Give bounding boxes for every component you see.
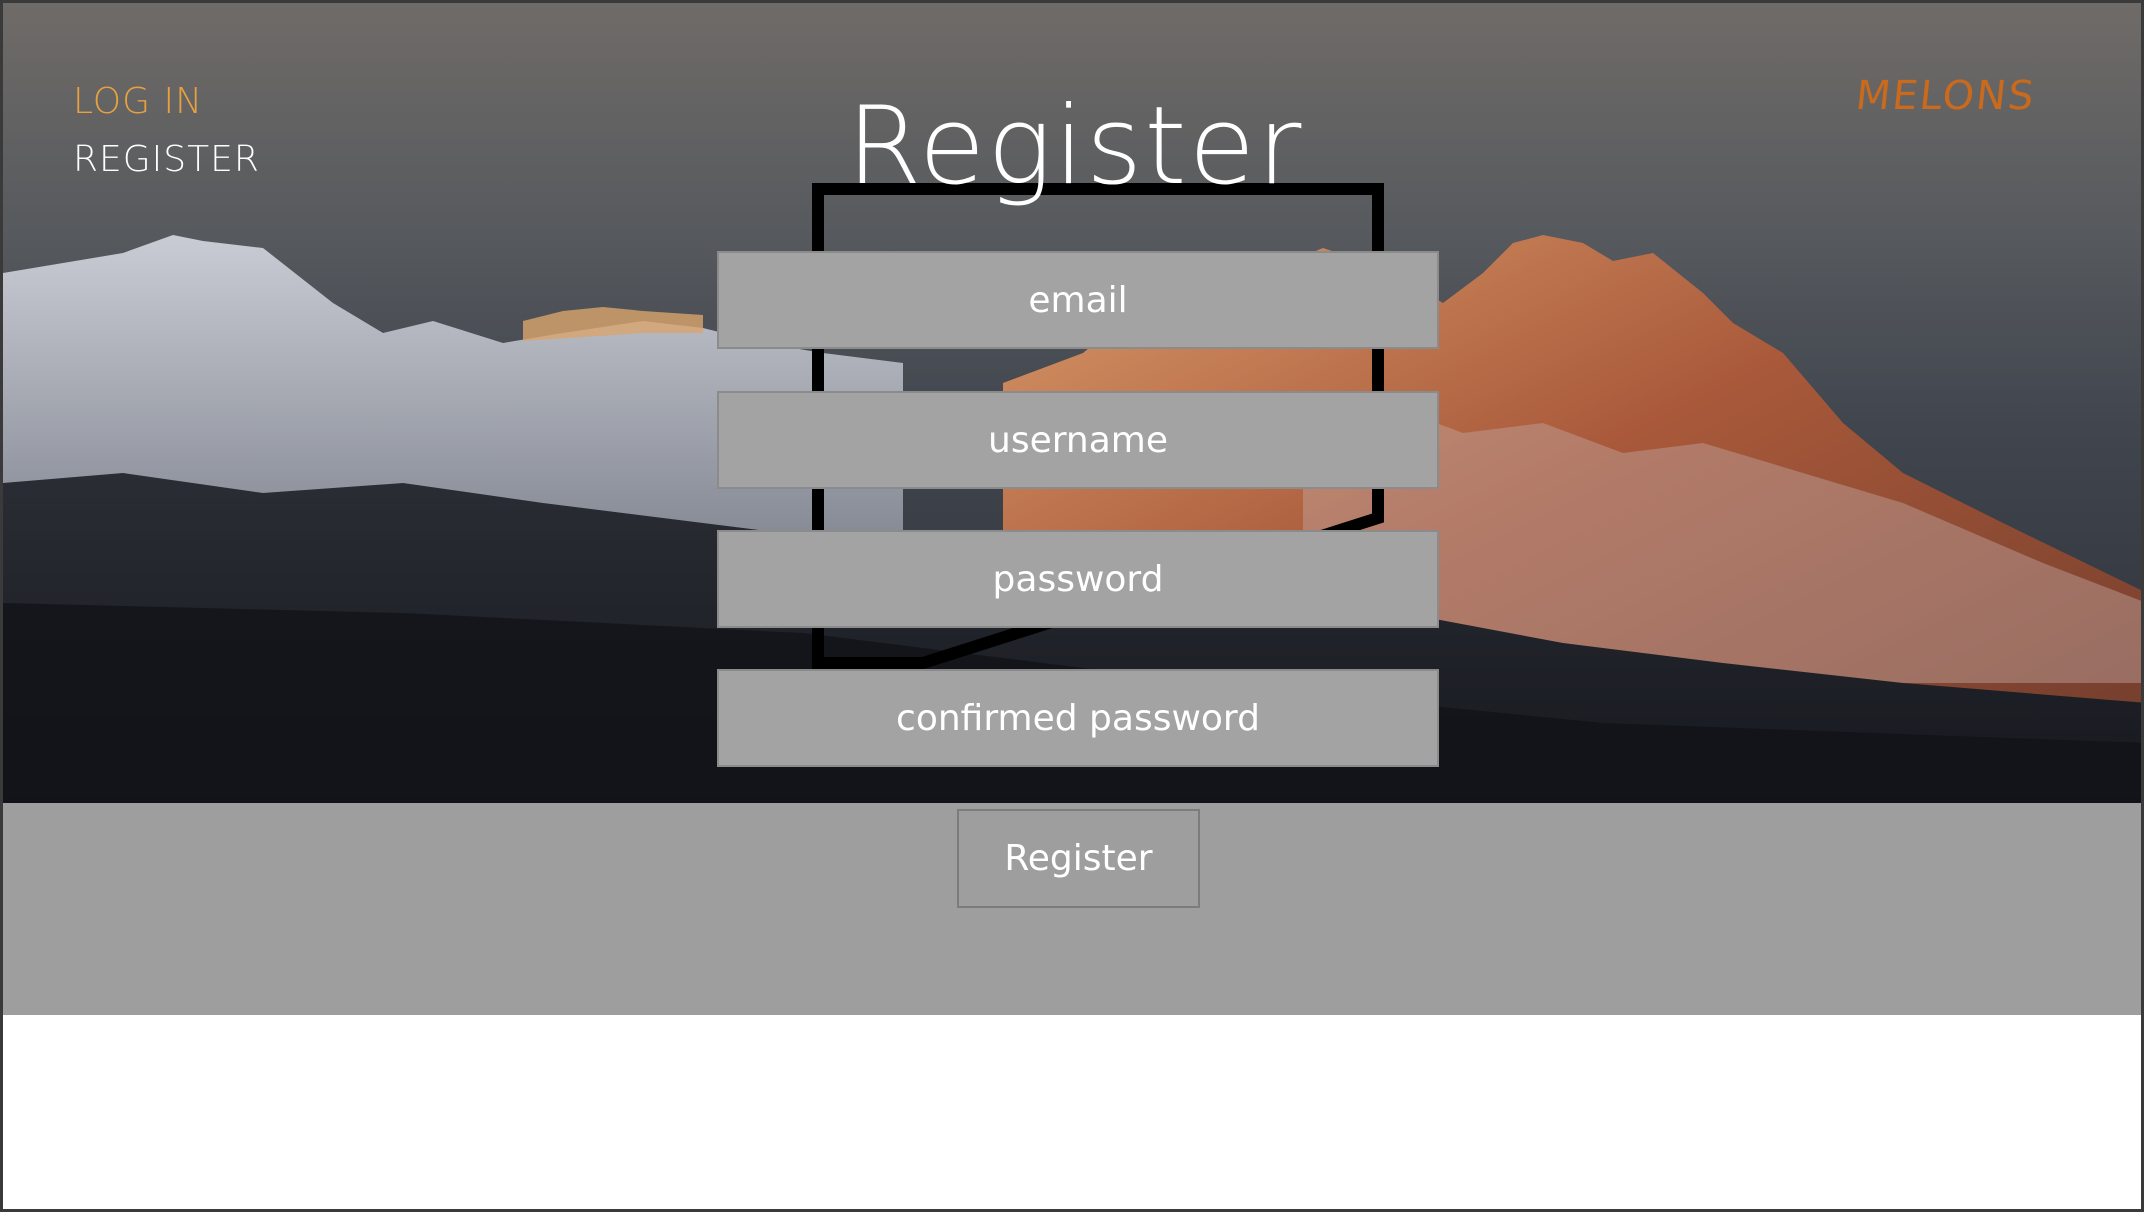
brand-logo[interactable]: MELONS xyxy=(1853,73,2037,119)
register-button[interactable]: Register xyxy=(957,809,1200,908)
hero-section: LOG IN REGISTER MELONS Register xyxy=(3,3,2141,803)
confirm-password-field[interactable] xyxy=(717,669,1439,767)
email-field[interactable] xyxy=(717,251,1439,349)
page: LOG IN REGISTER MELONS Register Register xyxy=(0,0,2144,1212)
username-field[interactable] xyxy=(717,391,1439,489)
nav-login-link[interactable]: LOG IN xyxy=(73,81,203,122)
password-field[interactable] xyxy=(717,530,1439,628)
nav-register-link[interactable]: REGISTER xyxy=(73,139,260,180)
